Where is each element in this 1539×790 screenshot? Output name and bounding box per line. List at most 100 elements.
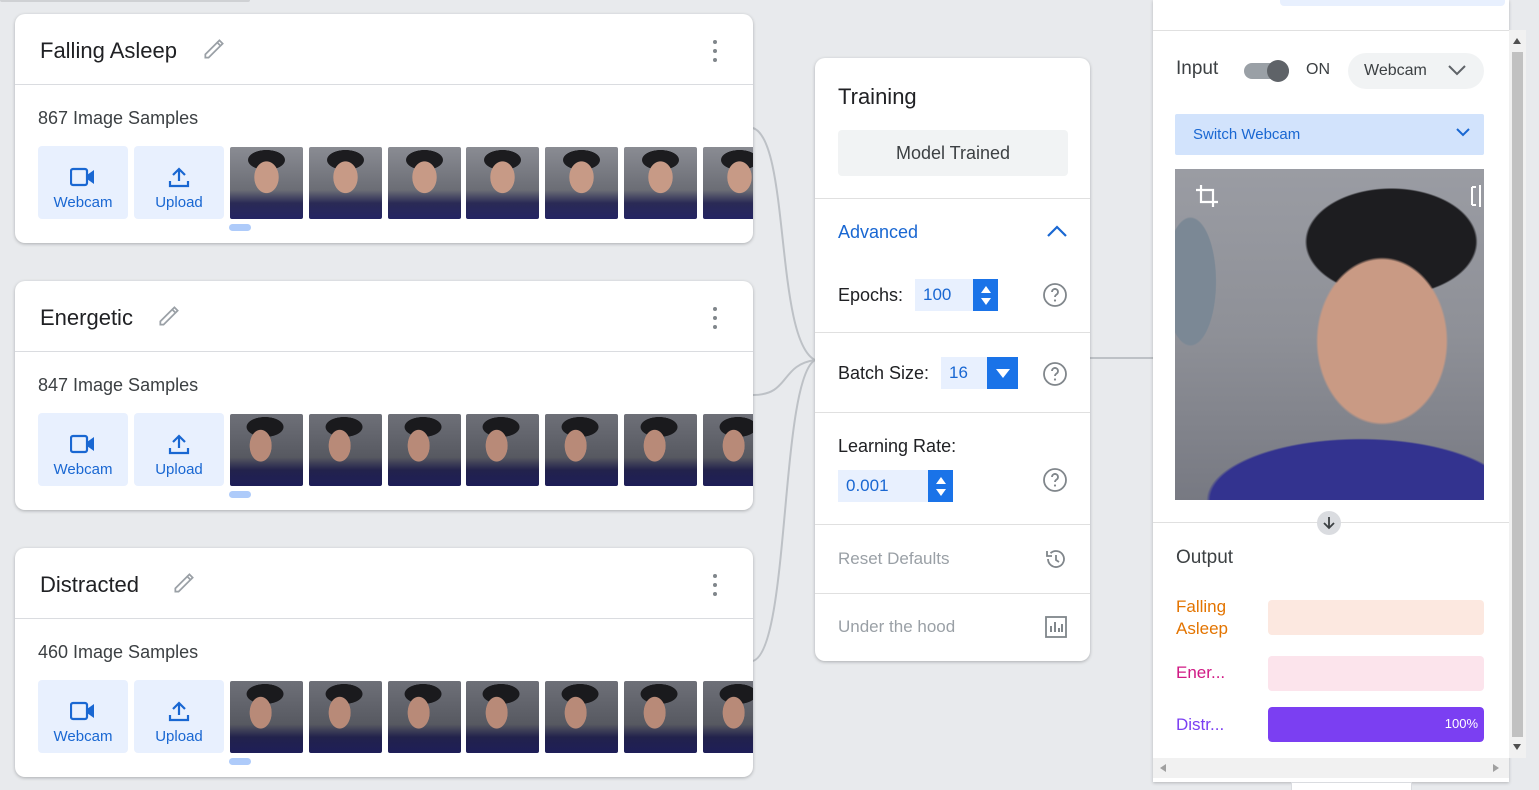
learning-rate-input[interactable]: 0.001 [838, 470, 953, 502]
upload-icon [168, 434, 190, 455]
sample-thumbnail[interactable] [230, 414, 303, 486]
help-icon[interactable] [1042, 467, 1068, 493]
epochs-label: Epochs: [838, 285, 904, 305]
divider [815, 198, 1090, 199]
train-model-button[interactable]: Model Trained [838, 130, 1068, 176]
switch-webcam-label: Switch Webcam [1193, 126, 1301, 143]
sample-thumbnail[interactable] [388, 414, 461, 486]
divider [1153, 30, 1509, 31]
epochs-value: 100 [923, 285, 952, 304]
thumbnail-scroll-indicator[interactable] [229, 758, 251, 765]
input-label: Input [1176, 58, 1219, 79]
class-name[interactable]: Energetic [40, 305, 133, 331]
thumbnail-scroll-indicator[interactable] [229, 491, 251, 498]
class-name[interactable]: Falling Asleep [40, 38, 177, 64]
crop-icon[interactable] [1195, 184, 1219, 208]
upload-label: Upload [155, 728, 203, 745]
chevron-up-icon[interactable] [1046, 224, 1068, 238]
learning-rate-label: Learning Rate: [838, 436, 957, 456]
vertical-scrollbar[interactable] [1509, 30, 1526, 758]
webcam-label: Webcam [53, 461, 113, 478]
sample-thumbnail[interactable] [230, 681, 303, 753]
advanced-toggle[interactable]: Advanced [838, 222, 918, 243]
sample-thumbnail[interactable] [545, 414, 618, 486]
scroll-right-arrow[interactable] [1493, 764, 1499, 772]
sample-thumbnail[interactable] [703, 147, 753, 219]
batch-size-select[interactable]: 16 [941, 357, 1018, 389]
upload-button[interactable]: Upload [134, 413, 224, 486]
webcam-label: Webcam [53, 728, 113, 745]
webcam-label: Webcam [53, 194, 113, 211]
training-panel: Training Model Trained Advanced Epochs: … [815, 58, 1090, 661]
input-toggle[interactable] [1244, 60, 1289, 82]
under-the-hood-link[interactable]: Under the hood [838, 617, 955, 637]
toggle-state: ON [1306, 61, 1330, 78]
sample-thumbnail[interactable] [309, 414, 382, 486]
bar-chart-icon[interactable] [1044, 615, 1068, 639]
help-icon[interactable] [1042, 282, 1068, 308]
export-button-edge[interactable] [1280, 0, 1505, 6]
sample-thumbnail[interactable] [466, 147, 539, 219]
input-source-select[interactable]: Webcam [1348, 53, 1484, 89]
learning-rate-stepper[interactable] [928, 470, 953, 502]
more-options-icon[interactable] [707, 574, 723, 596]
batch-size-label: Batch Size: [838, 363, 930, 383]
chevron-down-icon [1448, 65, 1466, 76]
divider [815, 412, 1090, 413]
epochs-stepper[interactable] [973, 279, 998, 311]
upload-label: Upload [155, 194, 203, 211]
class-name[interactable]: Distracted [40, 572, 139, 598]
sample-thumbnail[interactable] [624, 681, 697, 753]
webcam-preview [1175, 169, 1484, 500]
input-source-value: Webcam [1364, 62, 1427, 79]
output-confidence-bar [1268, 656, 1484, 691]
sample-thumbnail[interactable] [624, 414, 697, 486]
class-card-header: Energetic [15, 281, 753, 352]
edit-pencil-icon[interactable] [201, 36, 227, 62]
sample-thumbnail[interactable] [230, 147, 303, 219]
sample-thumbnail[interactable] [309, 147, 382, 219]
sample-thumbnail[interactable] [545, 147, 618, 219]
webcam-button[interactable]: Webcam [38, 413, 128, 486]
webcam-button[interactable]: Webcam [38, 146, 128, 219]
sample-thumbnail[interactable] [624, 147, 697, 219]
scroll-down-arrow[interactable] [1513, 744, 1521, 750]
thumbnail-scroll-indicator[interactable] [229, 224, 251, 231]
divider [815, 524, 1090, 525]
class-card-distracted: Distracted 460 Image Samples Webcam Uplo… [15, 548, 753, 777]
sample-thumbnail[interactable] [309, 681, 382, 753]
confidence-percent: 100% [1444, 716, 1478, 731]
sample-thumbnail[interactable] [466, 414, 539, 486]
upload-button[interactable]: Upload [134, 146, 224, 219]
output-confidence-bar [1268, 600, 1484, 635]
learning-rate-value: 0.001 [846, 476, 889, 495]
scroll-up-arrow[interactable] [1513, 38, 1521, 44]
switch-webcam-select[interactable]: Switch Webcam [1175, 114, 1484, 155]
upload-icon [168, 167, 190, 188]
history-icon[interactable] [1044, 547, 1068, 571]
upload-button[interactable]: Upload [134, 680, 224, 753]
webcam-button[interactable]: Webcam [38, 680, 128, 753]
more-options-icon[interactable] [707, 40, 723, 62]
sample-thumbnail[interactable] [388, 147, 461, 219]
more-options-icon[interactable] [707, 307, 723, 329]
sample-thumbnail[interactable] [466, 681, 539, 753]
dropdown-arrow-icon[interactable] [987, 357, 1018, 389]
scrollbar-thumb[interactable] [1512, 52, 1523, 737]
help-icon[interactable] [1042, 361, 1068, 387]
reset-defaults-link[interactable]: Reset Defaults [838, 549, 950, 569]
scroll-left-arrow[interactable] [1160, 764, 1166, 772]
edit-pencil-icon[interactable] [156, 303, 182, 329]
edit-pencil-icon[interactable] [171, 570, 197, 596]
sample-thumbnail[interactable] [703, 414, 753, 486]
upload-label: Upload [155, 461, 203, 478]
sample-thumbnail[interactable] [545, 681, 618, 753]
bottom-tab-edge [1291, 782, 1412, 790]
sample-thumbnail[interactable] [703, 681, 753, 753]
output-title: Output [1176, 547, 1234, 568]
flip-camera-icon[interactable] [1468, 184, 1484, 208]
sample-thumbnail[interactable] [388, 681, 461, 753]
horizontal-scrollbar[interactable] [1153, 758, 1509, 778]
arrow-down-icon [1317, 511, 1341, 535]
epochs-input[interactable]: 100 [915, 279, 998, 311]
